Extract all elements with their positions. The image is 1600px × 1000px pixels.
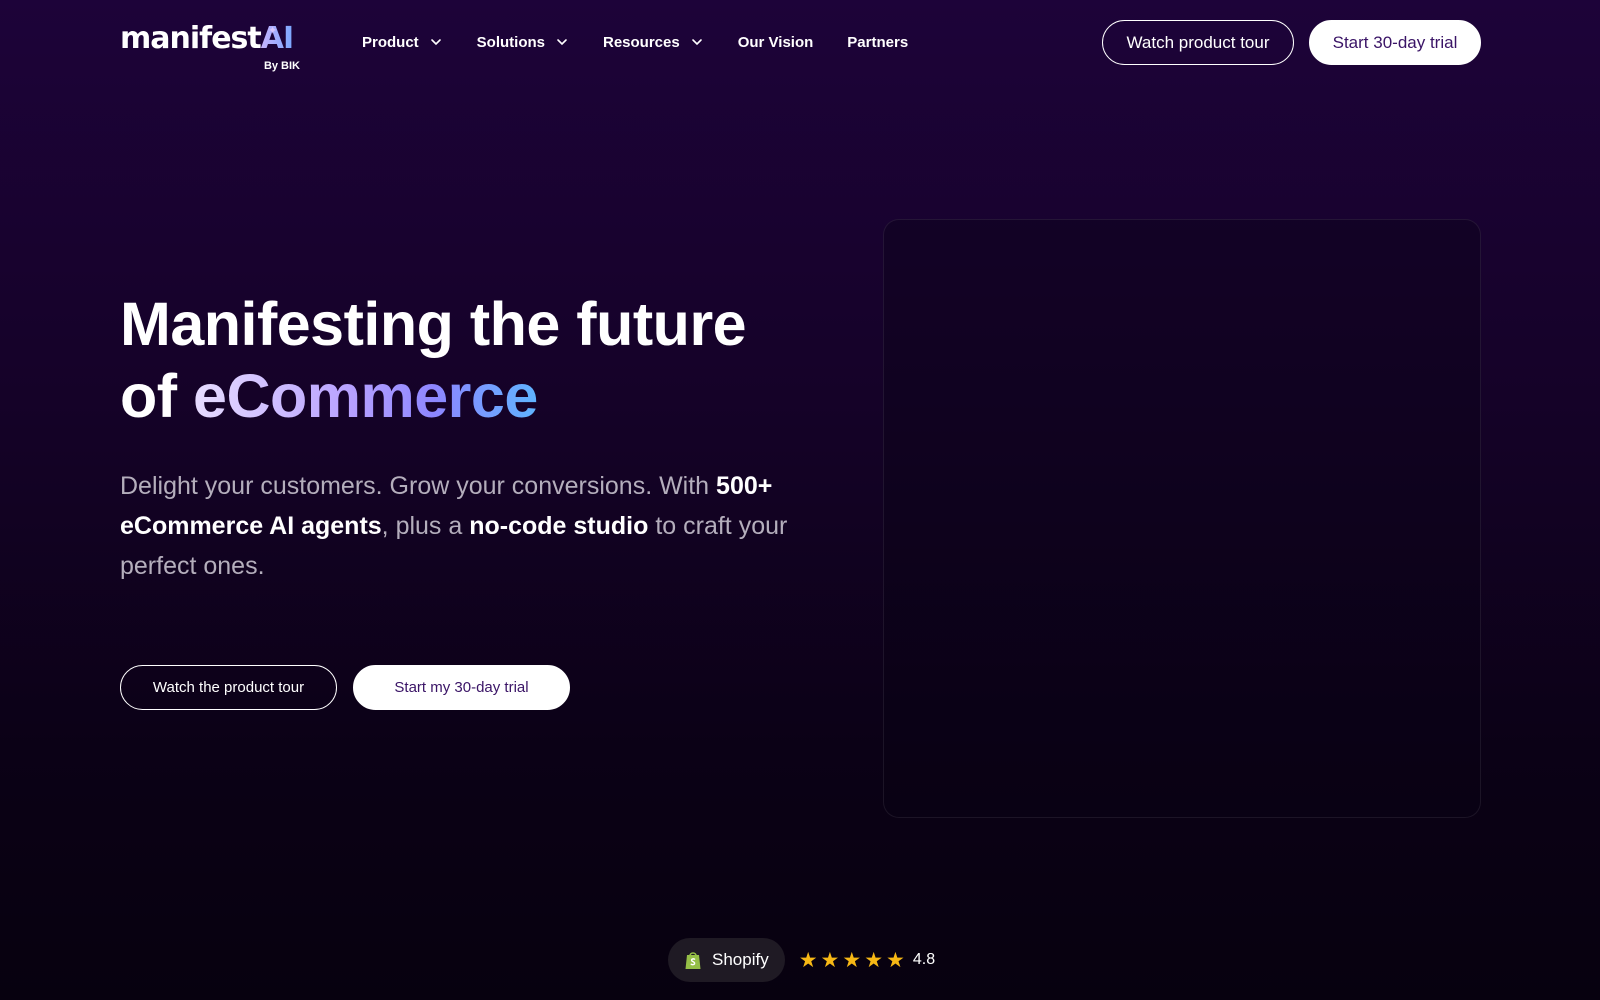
nav-label: Our Vision bbox=[737, 33, 814, 51]
hero-watch-tour-button[interactable]: Watch the product tour bbox=[120, 665, 337, 710]
nav-item-solutions[interactable]: Solutions bbox=[477, 30, 569, 54]
star-icon: ★ bbox=[886, 948, 905, 972]
nav-item-our-vision[interactable]: Our Vision bbox=[738, 30, 814, 54]
hero-sub-text: Delight your customers. Grow your conver… bbox=[120, 472, 717, 500]
hero-title-line1: Manifesting the future bbox=[120, 290, 747, 358]
nav-label: Solutions bbox=[476, 33, 545, 51]
star-icon: ★ bbox=[864, 948, 884, 972]
shopify-badge[interactable]: Shopify bbox=[668, 938, 785, 982]
star-icon: ★ bbox=[820, 948, 840, 972]
hero-start-trial-button[interactable]: Start my 30-day trial bbox=[353, 665, 570, 710]
hero-subtitle: Delight your customers. Grow your conver… bbox=[120, 466, 800, 586]
hero-sub-text: , plus a bbox=[381, 512, 470, 540]
rating-stars: ★ ★ ★ ★ ★ bbox=[799, 950, 908, 971]
main-menu: Product Solutions Resources Our Vision P… bbox=[362, 30, 942, 54]
sparkle-icon: ✦ bbox=[268, 25, 278, 37]
hero-title-highlight: eCommerce bbox=[193, 362, 538, 430]
nav-label: Partners bbox=[847, 33, 909, 51]
top-navigation: manifestAI ✦ By BIK Product Solutions Re… bbox=[0, 0, 1600, 86]
shopify-label: Shopify bbox=[712, 950, 769, 969]
nav-item-product[interactable]: Product bbox=[362, 30, 443, 54]
nav-item-resources[interactable]: Resources bbox=[603, 30, 704, 54]
hero-media-card bbox=[883, 219, 1481, 818]
chevron-down-icon bbox=[557, 39, 567, 46]
shopify-rating: Shopify ★ ★ ★ ★ ★ 4.8 bbox=[668, 938, 935, 982]
nav-label: Resources bbox=[603, 33, 680, 51]
shopify-bag-icon bbox=[685, 952, 701, 969]
logo-wordmark: manifestAI bbox=[120, 21, 294, 56]
manifest-ai-logo[interactable]: manifestAI ✦ By BIK bbox=[120, 22, 310, 74]
hero-title-of: of bbox=[120, 362, 194, 430]
chevron-down-icon bbox=[430, 39, 441, 46]
hero-title: Manifesting the future of eCommerce bbox=[120, 288, 840, 432]
hero-sub-bold-studio: no-code studio bbox=[469, 512, 649, 540]
chevron-down-icon bbox=[691, 39, 702, 46]
start-trial-button[interactable]: Start 30-day trial bbox=[1309, 20, 1481, 65]
rating-score: 4.8 bbox=[912, 951, 936, 968]
star-icon: ★ bbox=[798, 948, 818, 972]
nav-label: Product bbox=[362, 33, 419, 51]
nav-item-partners[interactable]: Partners bbox=[847, 30, 908, 54]
star-icon: ★ bbox=[842, 948, 862, 972]
logo-by-bik: By BIK bbox=[263, 60, 300, 72]
watch-product-tour-button[interactable]: Watch product tour bbox=[1102, 20, 1294, 65]
